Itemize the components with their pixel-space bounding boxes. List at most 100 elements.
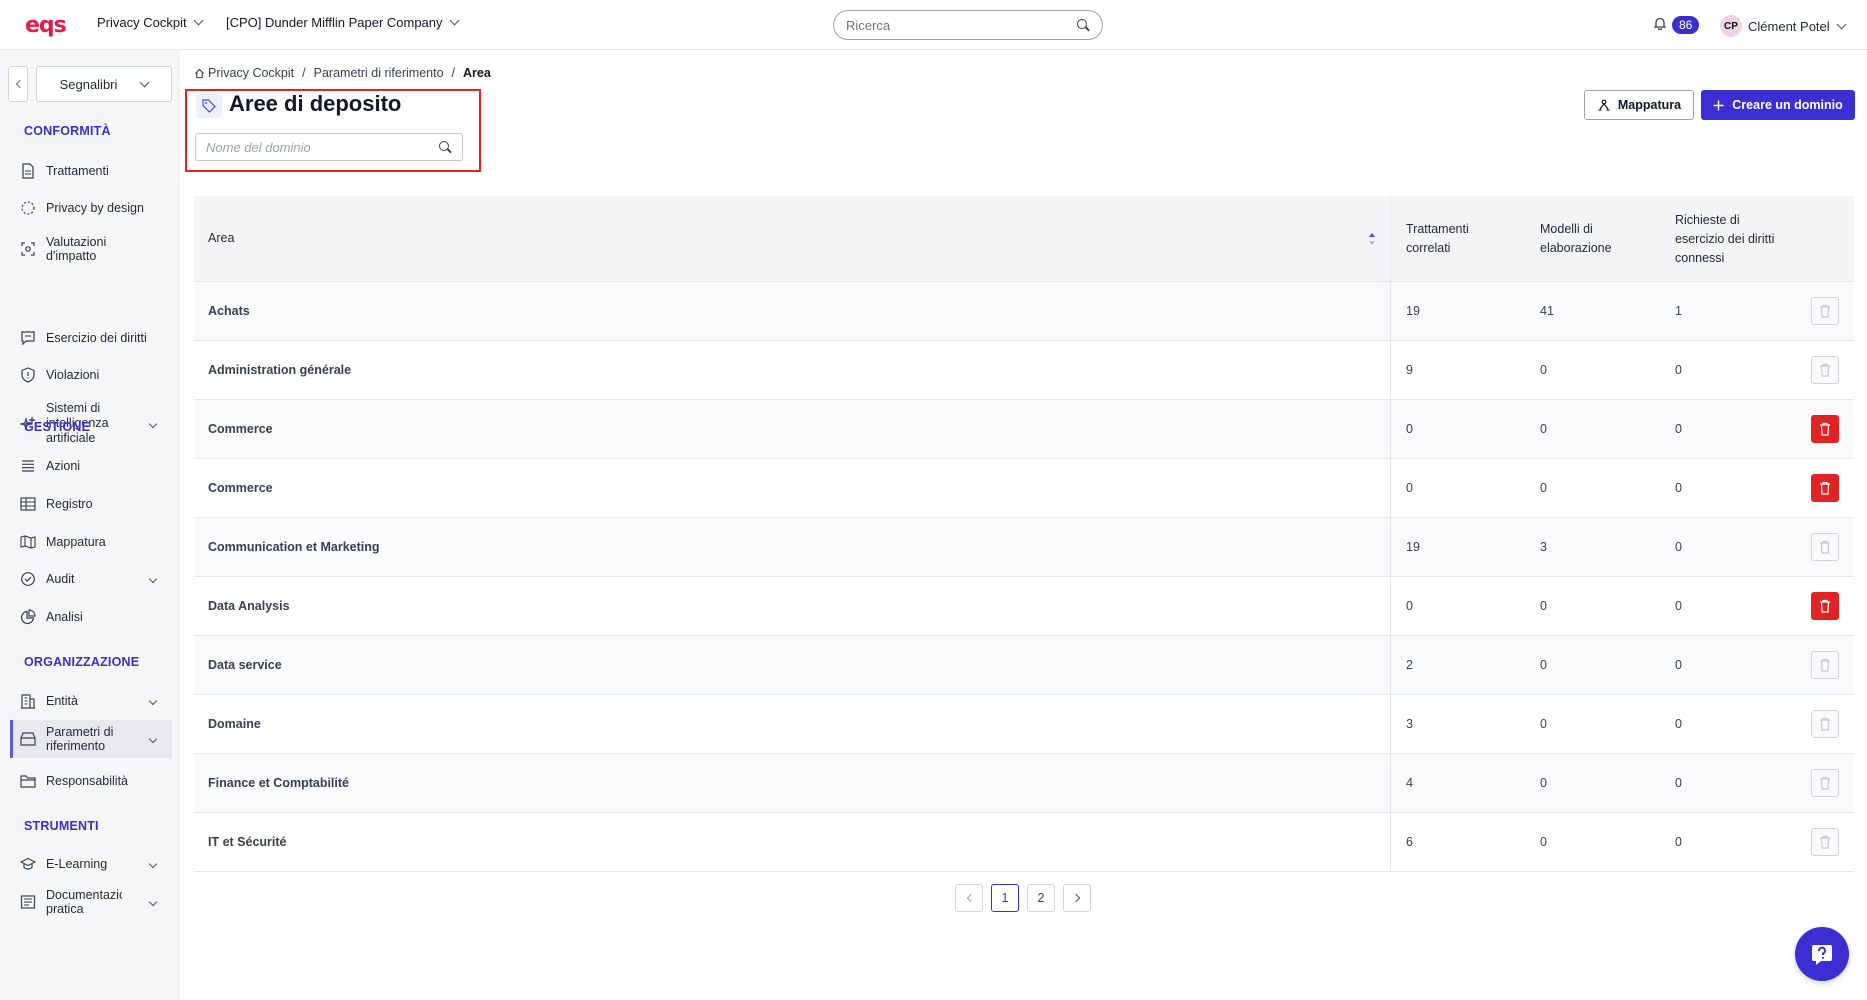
table-icon [20, 496, 36, 512]
delete-button[interactable] [1811, 474, 1839, 502]
sort-icon[interactable] [1368, 232, 1376, 246]
user-menu[interactable]: CP Clément Potel [1720, 15, 1847, 37]
breadcrumb-home[interactable]: Privacy Cockpit [194, 66, 294, 80]
column-divider [1390, 282, 1391, 340]
domain-search-input[interactable] [206, 139, 439, 155]
sidebar-item-label: Esercizio dei diritti [46, 331, 147, 345]
chevron-down-icon [148, 897, 158, 907]
mapping-button[interactable]: Mappatura [1584, 90, 1694, 120]
column-divider [1390, 754, 1391, 812]
page-button-1[interactable]: 1 [991, 884, 1019, 912]
table-row[interactable]: Communication et Marketing 19 3 0 [194, 518, 1854, 577]
sidebar-item-violazioni[interactable]: Violazioni [20, 367, 172, 383]
modelli-count: 41 [1540, 304, 1554, 318]
table-row[interactable]: Domaine 3 0 0 [194, 695, 1854, 754]
sidebar-item-analisi[interactable]: Analisi [20, 609, 172, 625]
sidebar-item-responsabilita[interactable]: Responsabilità [20, 773, 172, 789]
area-name: Domaine [208, 717, 261, 731]
help-chat-button[interactable] [1795, 927, 1849, 981]
column-divider [1390, 400, 1391, 458]
sidebar-item-parametri[interactable]: Parametri di riferimento [10, 720, 172, 758]
trash-icon [1820, 304, 1830, 318]
delete-button[interactable] [1811, 651, 1839, 679]
column-divider [1390, 196, 1391, 281]
global-search-input[interactable] [846, 17, 1077, 33]
delete-button[interactable] [1811, 297, 1839, 325]
trattamenti-count: 2 [1406, 658, 1413, 672]
modelli-count: 0 [1540, 776, 1547, 790]
breadcrumb-item[interactable]: Parametri di riferimento [314, 66, 444, 80]
app-switcher[interactable]: Privacy Cockpit [97, 15, 204, 30]
sidebar-item-label: Documentazio... pratica [46, 888, 122, 916]
trash-icon [1820, 835, 1830, 849]
delete-button[interactable] [1811, 592, 1839, 620]
user-name: Clément Potel [1748, 18, 1830, 34]
area-name: Finance et Comptabilité [208, 776, 349, 790]
area-name: Data service [208, 658, 282, 672]
network-icon [1598, 99, 1610, 111]
bell-icon[interactable] [1654, 17, 1666, 30]
sidebar-item-trattamenti[interactable]: Trattamenti [20, 163, 172, 179]
sidebar-item-privacy-by-design[interactable]: Privacy by design [20, 200, 172, 216]
next-page-button[interactable] [1063, 884, 1091, 912]
pagination: 1 2 [955, 884, 1091, 912]
table-row[interactable]: Administration générale 9 0 0 [194, 341, 1854, 400]
column-divider [1390, 459, 1391, 517]
trash-icon [1820, 422, 1830, 436]
sidebar-item-label: Parametri di riferimento [46, 725, 114, 753]
area-name: IT et Sécurité [208, 835, 287, 849]
company-switcher-label: [CPO] Dunder Mifflin Paper Company [226, 15, 443, 30]
column-header-richieste: Richieste di esercizio dei diritti conne… [1675, 213, 1775, 265]
delete-button[interactable] [1811, 828, 1839, 856]
sidebar-item-registro[interactable]: Registro [20, 496, 172, 512]
sidebar-item-audit[interactable]: Audit [20, 571, 172, 587]
area-name: Communication et Marketing [208, 540, 380, 554]
sidebar-item-azioni[interactable]: Azioni [20, 458, 172, 474]
create-domain-button[interactable]: Creare un dominio [1701, 90, 1855, 120]
sidebar: Segnalibri CONFORMITÀ Trattamenti Privac… [0, 50, 180, 1000]
trash-icon [1820, 776, 1830, 790]
sidebar-item-valutazioni[interactable]: Valutazioni d'impatto [20, 235, 172, 263]
search-icon[interactable] [439, 140, 452, 154]
sidebar-item-elearning[interactable]: E-Learning [20, 856, 172, 872]
avatar: CP [1720, 15, 1742, 37]
table-row[interactable]: Data Analysis 0 0 0 [194, 577, 1854, 636]
area-name: Administration générale [208, 363, 352, 377]
prev-page-button[interactable] [955, 884, 983, 912]
table-row[interactable]: Data service 2 0 0 [194, 636, 1854, 695]
trattamenti-count: 4 [1406, 776, 1413, 790]
richieste-count: 0 [1675, 481, 1682, 495]
table-row[interactable]: Commerce 0 0 0 [194, 400, 1854, 459]
delete-button[interactable] [1811, 415, 1839, 443]
sidebar-item-mappatura[interactable]: Mappatura [20, 534, 172, 550]
table-row[interactable]: IT et Sécurité 6 0 0 [194, 813, 1854, 872]
table-row[interactable]: Commerce 0 0 0 [194, 459, 1854, 518]
table-row[interactable]: Achats 19 41 1 [194, 282, 1854, 341]
sidebar-item-label: Trattamenti [46, 164, 109, 178]
page-button-2[interactable]: 2 [1027, 884, 1055, 912]
book-icon [20, 894, 36, 910]
chevron-down-icon [148, 859, 158, 869]
sidebar-item-entita[interactable]: Entità [20, 693, 172, 709]
company-switcher[interactable]: [CPO] Dunder Mifflin Paper Company [226, 15, 459, 30]
delete-button[interactable] [1811, 356, 1839, 384]
notifications-badge[interactable]: 86 [1672, 16, 1700, 34]
sidebar-collapse-button[interactable] [8, 66, 28, 102]
pie-chart-icon [20, 609, 36, 625]
sidebar-item-documentazione[interactable]: Documentazio... pratica [20, 888, 172, 916]
sidebar-item-esercizio[interactable]: Esercizio dei diritti [20, 330, 172, 346]
delete-button[interactable] [1811, 533, 1839, 561]
search-icon[interactable] [1077, 18, 1090, 32]
sidebar-item-label: Audit [46, 572, 75, 586]
table-row[interactable]: Finance et Comptabilité 4 0 0 [194, 754, 1854, 813]
column-header-area[interactable]: Area [208, 229, 234, 248]
sidebar-item-label: Responsabilità [46, 774, 128, 788]
delete-button[interactable] [1811, 769, 1839, 797]
richieste-count: 0 [1675, 776, 1682, 790]
bookmarks-dropdown[interactable]: Segnalibri [36, 66, 172, 102]
delete-button[interactable] [1811, 710, 1839, 738]
eqs-logo[interactable]: eqs [25, 13, 67, 38]
column-header-modelli: Modelli di elaborazione [1540, 222, 1612, 255]
sidebar-item-label: Valutazioni d'impatto [46, 235, 107, 263]
section-strumenti: STRUMENTI [24, 819, 99, 833]
